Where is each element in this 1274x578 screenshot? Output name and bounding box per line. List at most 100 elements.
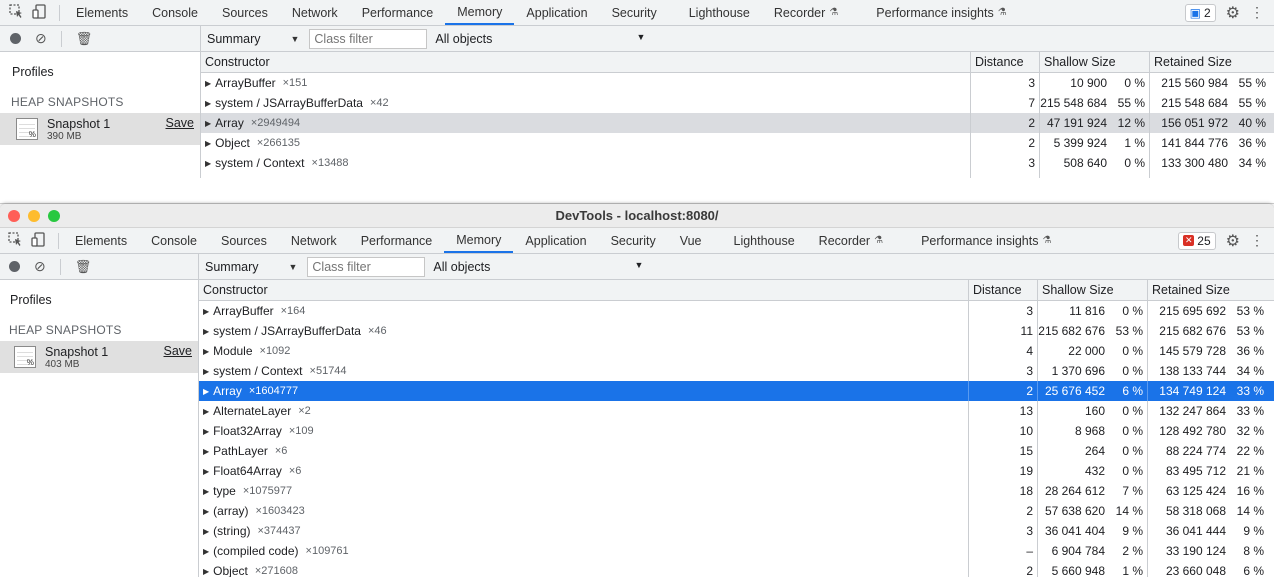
trash-icon[interactable]: 🗑 xyxy=(75,259,92,275)
tab-vue[interactable]: Vue xyxy=(668,228,714,253)
inspect-element-icon[interactable] xyxy=(9,4,24,21)
table-row[interactable]: ▶ Float32Array ×109 10 8 968 0 % 128 492 780 32… xyxy=(199,421,1274,441)
column-header[interactable]: Shallow Size xyxy=(1038,280,1148,300)
table-row[interactable]: ▶ AlternateLayer ×2 13 160 0 % 132 247 864 33 % xyxy=(199,401,1274,421)
more-menu-icon[interactable]: ⋮ xyxy=(1250,4,1264,21)
issues-badge[interactable]: ▣ 2 xyxy=(1184,3,1216,22)
expand-triangle-icon[interactable]: ▶ xyxy=(203,407,209,416)
table-row[interactable]: ▶ Array ×2949494 2 47 191 924 12 % 156 051 972… xyxy=(201,113,1274,133)
expand-triangle-icon[interactable]: ▶ xyxy=(203,347,209,356)
expand-triangle-icon[interactable]: ▶ xyxy=(205,79,211,88)
table-row[interactable]: ▶ system / Context ×13488 3 508 640 0 % 133 30… xyxy=(201,153,1274,173)
table-row[interactable]: ▶ (array) ×1603423 2 57 638 620 14 % 58 318 06… xyxy=(199,501,1274,521)
column-header[interactable]: Distance xyxy=(969,280,1038,300)
column-header[interactable]: Shallow Size xyxy=(1040,52,1150,72)
expand-triangle-icon[interactable]: ▶ xyxy=(203,527,209,536)
tab-performance[interactable]: Performance xyxy=(349,228,445,253)
tab-security[interactable]: Security xyxy=(600,0,669,25)
tab-memory[interactable]: Memory xyxy=(444,228,514,253)
expand-triangle-icon[interactable]: ▶ xyxy=(203,367,209,376)
close-window-button[interactable] xyxy=(8,210,20,222)
settings-gear-icon[interactable]: ⚙ xyxy=(1226,231,1240,251)
tab-lighthouse[interactable]: Lighthouse xyxy=(669,0,762,25)
table-row[interactable]: ▶ (compiled code) ×109761 –6 904 784 2 % 33 1… xyxy=(199,541,1274,561)
save-link[interactable]: Save xyxy=(166,116,195,130)
table-row[interactable]: ▶ Module ×1092 4 22 000 0 % 145 579 728 36 % xyxy=(199,341,1274,361)
tab-console[interactable]: Console xyxy=(139,228,209,253)
tab-sources[interactable]: Sources xyxy=(209,228,279,253)
column-header[interactable]: Retained Size xyxy=(1150,52,1270,72)
column-header[interactable]: Constructor xyxy=(201,52,971,72)
tab-performance-insights[interactable]: Performance insights ⚗ xyxy=(895,228,1063,253)
column-header[interactable]: Distance xyxy=(971,52,1040,72)
snapshot-item[interactable]: % Snapshot 1 390 MB Save xyxy=(0,113,200,145)
tab-network[interactable]: Network xyxy=(279,228,349,253)
expand-triangle-icon[interactable]: ▶ xyxy=(203,547,209,556)
expand-triangle-icon[interactable]: ▶ xyxy=(203,387,209,396)
table-row[interactable]: ▶ Object ×271608 2 5 660 948 1 % 23 660 048 6 % xyxy=(199,561,1274,577)
expand-triangle-icon[interactable]: ▶ xyxy=(203,507,209,516)
expand-triangle-icon[interactable]: ▶ xyxy=(203,467,209,476)
tab-elements[interactable]: Elements xyxy=(63,228,139,253)
record-icon[interactable] xyxy=(10,33,21,44)
objects-select[interactable]: All objects ▼ xyxy=(435,32,645,46)
tab-memory[interactable]: Memory xyxy=(445,0,515,25)
table-row[interactable]: ▶ ArrayBuffer ×164 3 11 816 0 % 215 695 692 53 … xyxy=(199,301,1274,321)
minimize-window-button[interactable] xyxy=(28,210,40,222)
zoom-window-button[interactable] xyxy=(48,210,60,222)
tab-application[interactable]: Application xyxy=(513,228,598,253)
tab-performance[interactable]: Performance xyxy=(350,0,446,25)
objects-select[interactable]: All objects ▼ xyxy=(433,260,643,274)
save-link[interactable]: Save xyxy=(164,344,193,358)
tab-recorder[interactable]: Recorder ⚗ xyxy=(762,0,850,25)
snapshot-item[interactable]: % Snapshot 1 403 MB Save xyxy=(0,341,198,373)
expand-triangle-icon[interactable]: ▶ xyxy=(205,99,211,108)
device-toolbar-icon[interactable] xyxy=(31,232,46,249)
table-row[interactable]: ▶ system / Context ×51744 3 1 370 696 0 % 138 … xyxy=(199,361,1274,381)
record-icon[interactable] xyxy=(9,261,20,272)
table-row[interactable]: ▶ system / JSArrayBufferData ×46 11 215 682 … xyxy=(199,321,1274,341)
instance-count: ×1092 xyxy=(259,345,291,357)
clear-icon[interactable]: ⊘ xyxy=(34,258,46,275)
tab-recorder[interactable]: Recorder ⚗ xyxy=(807,228,895,253)
expand-triangle-icon[interactable]: ▶ xyxy=(203,567,209,576)
clear-icon[interactable]: ⊘ xyxy=(35,30,47,47)
tab-network[interactable]: Network xyxy=(280,0,350,25)
column-header[interactable]: Retained Size xyxy=(1148,280,1268,300)
expand-triangle-icon[interactable]: ▶ xyxy=(203,427,209,436)
table-row[interactable]: ▶ system / JSArrayBufferData ×42 7 215 548 6… xyxy=(201,93,1274,113)
table-row[interactable]: ▶ (string) ×374437 3 36 041 404 9 % 36 041 444… xyxy=(199,521,1274,541)
tab-elements[interactable]: Elements xyxy=(64,0,140,25)
tab-application[interactable]: Application xyxy=(514,0,599,25)
tab-sources[interactable]: Sources xyxy=(210,0,280,25)
expand-triangle-icon[interactable]: ▶ xyxy=(205,159,211,168)
table-row[interactable]: ▶ Object ×266135 2 5 399 924 1 % 141 844 776 36… xyxy=(201,133,1274,153)
class-filter-input[interactable] xyxy=(307,256,426,277)
expand-triangle-icon[interactable]: ▶ xyxy=(205,139,211,148)
more-menu-icon[interactable]: ⋮ xyxy=(1250,232,1264,249)
error-badge[interactable]: ✕ 25 xyxy=(1178,231,1216,250)
column-header[interactable]: Constructor xyxy=(199,280,969,300)
table-row[interactable]: ▶ Float64Array ×6 19 432 0 % 83 495 712 21 % xyxy=(199,461,1274,481)
view-select[interactable]: Summary ▼ xyxy=(199,254,297,279)
table-row[interactable]: ▶Float32Array×10358 5360 %128 491 81233 … xyxy=(201,173,1274,178)
table-row[interactable]: ▶ ArrayBuffer ×151 3 10 900 0 % 215 560 984 55 … xyxy=(201,73,1274,93)
view-select[interactable]: Summary ▼ xyxy=(201,26,299,51)
device-toolbar-icon[interactable] xyxy=(32,4,47,21)
table-row[interactable]: ▶ type ×1075977 18 28 264 612 7 % 63 125 424 16… xyxy=(199,481,1274,501)
table-row[interactable]: ▶ PathLayer ×6 15 264 0 % 88 224 774 22 % xyxy=(199,441,1274,461)
expand-triangle-icon[interactable]: ▶ xyxy=(203,327,209,336)
table-row[interactable]: ▶ Array ×1604777 2 25 676 452 6 % 134 749 124 3… xyxy=(199,381,1274,401)
tab-performance-insights[interactable]: Performance insights ⚗ xyxy=(850,0,1018,25)
tab-console[interactable]: Console xyxy=(140,0,210,25)
tab-lighthouse[interactable]: Lighthouse xyxy=(714,228,807,253)
inspect-element-icon[interactable] xyxy=(8,232,23,249)
trash-icon[interactable]: 🗑 xyxy=(76,31,93,47)
expand-triangle-icon[interactable]: ▶ xyxy=(205,119,211,128)
tab-security[interactable]: Security xyxy=(599,228,668,253)
expand-triangle-icon[interactable]: ▶ xyxy=(203,447,209,456)
settings-gear-icon[interactable]: ⚙ xyxy=(1226,3,1240,23)
class-filter-input[interactable] xyxy=(309,28,428,49)
expand-triangle-icon[interactable]: ▶ xyxy=(203,487,209,496)
expand-triangle-icon[interactable]: ▶ xyxy=(203,307,209,316)
